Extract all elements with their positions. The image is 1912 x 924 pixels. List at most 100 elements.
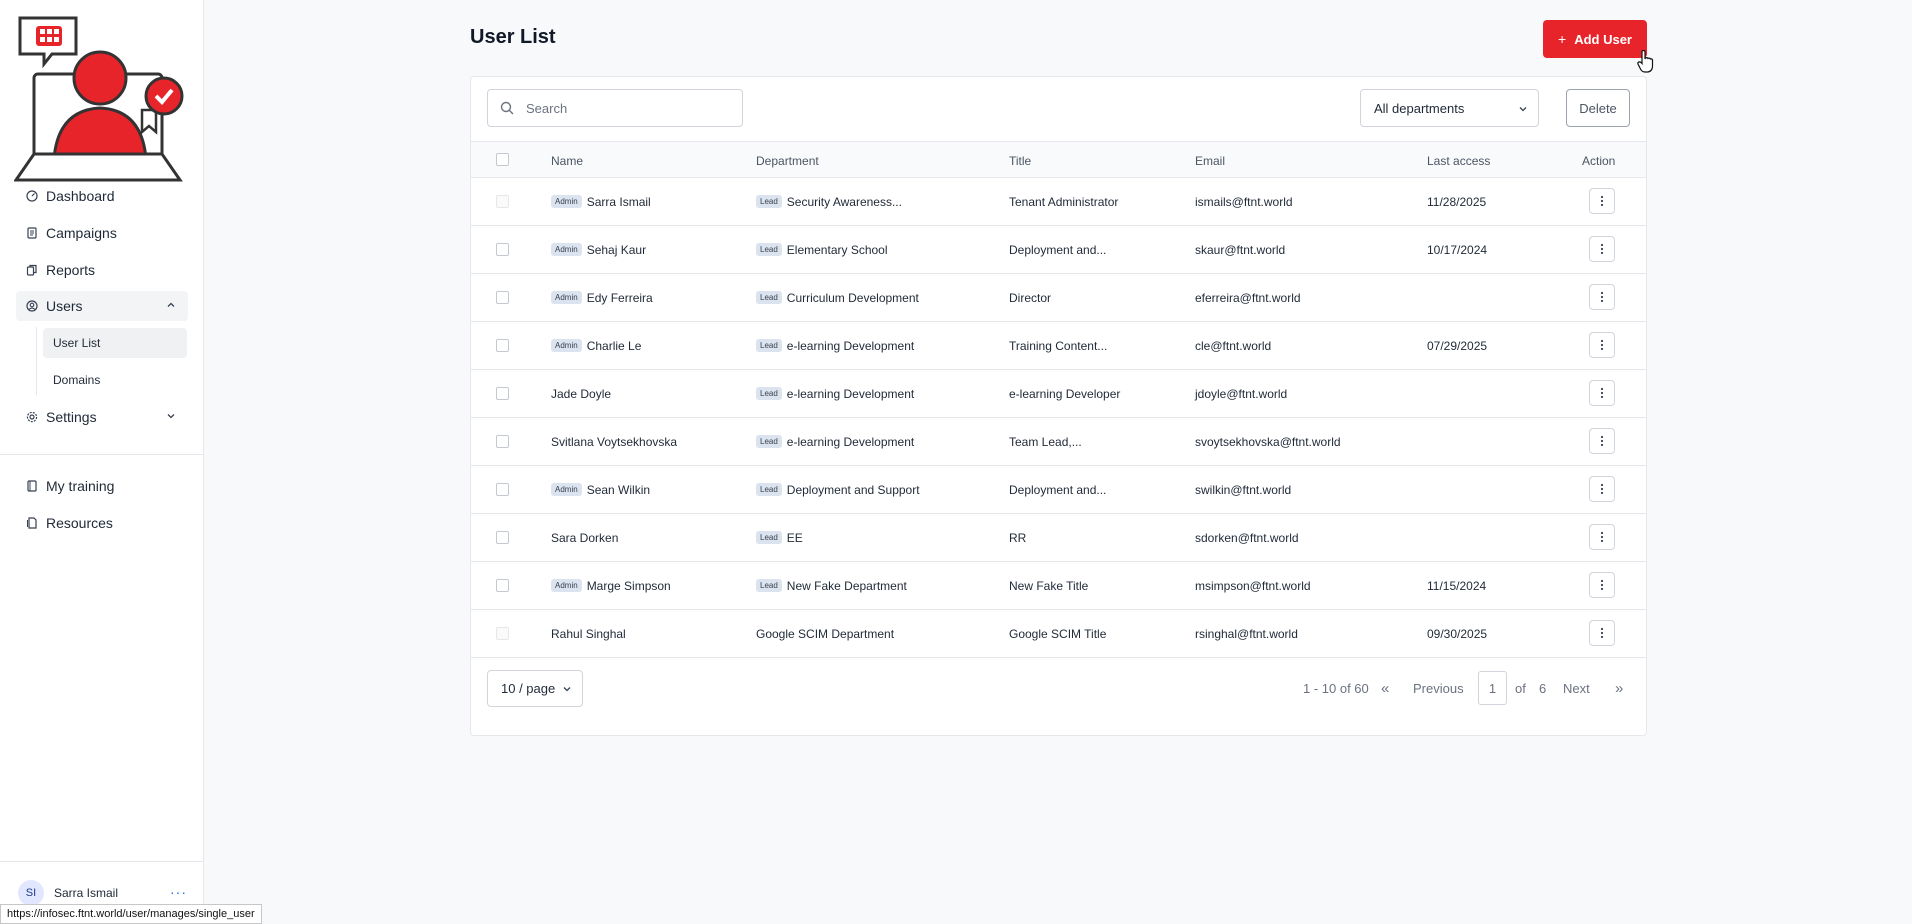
- table-row[interactable]: Admin Marge Simpson Lead New Fake Departmen…: [471, 562, 1646, 610]
- row-checkbox[interactable]: [496, 387, 509, 400]
- cell-email: ismails@ftnt.world: [1195, 194, 1293, 209]
- sidebar-item-label: Campaigns: [46, 225, 117, 241]
- row-checkbox[interactable]: [496, 435, 509, 448]
- last-page-icon[interactable]: »: [1615, 670, 1623, 707]
- sidebar-item-users[interactable]: Users: [16, 291, 188, 321]
- row-actions-button[interactable]: [1589, 620, 1615, 646]
- sidebar-item-resources[interactable]: Resources: [16, 508, 188, 538]
- row-actions-button[interactable]: [1589, 476, 1615, 502]
- user-name[interactable]: Marge Simpson: [587, 579, 671, 593]
- cell-email: cle@ftnt.world: [1195, 338, 1272, 353]
- submenu-line: [36, 327, 37, 395]
- user-name[interactable]: Sarra Ismail: [587, 195, 651, 209]
- row-actions-button[interactable]: [1589, 236, 1615, 262]
- sidebar-item-label: My training: [46, 478, 115, 494]
- user-name[interactable]: Charlie Le: [587, 339, 642, 353]
- cell-email: jdoyle@ftnt.world: [1195, 386, 1288, 401]
- column-header-name[interactable]: Name: [551, 154, 583, 168]
- cell-department: Lead e-learning Development: [756, 322, 914, 369]
- row-actions-button[interactable]: [1589, 332, 1615, 358]
- cell-last-access: 10/17/2024: [1427, 242, 1488, 257]
- total-pages: 6: [1539, 681, 1547, 696]
- search-icon: [500, 101, 514, 115]
- user-name[interactable]: Jade Doyle: [551, 387, 611, 401]
- search-field[interactable]: [487, 89, 743, 127]
- row-checkbox[interactable]: [496, 483, 509, 496]
- cell-title: New Fake Title: [1009, 578, 1089, 593]
- profile-name: Sarra Ismail: [54, 886, 119, 900]
- department-select-value: All departments: [1374, 100, 1465, 116]
- select-all-checkbox[interactable]: [496, 153, 509, 166]
- sidebar-item-my-training[interactable]: My training: [16, 471, 188, 501]
- cell-title: Director: [1009, 290, 1052, 305]
- cell-name: Jade Doyle: [551, 370, 611, 417]
- more-options-icon[interactable]: ···: [170, 884, 187, 900]
- table-row[interactable]: Rahul Singhal Google SCIM Department Googl…: [471, 610, 1646, 658]
- lead-badge: Lead: [756, 339, 782, 352]
- cell-name: Admin Sehaj Kaur: [551, 226, 646, 273]
- row-checkbox[interactable]: [496, 339, 509, 352]
- column-header-department[interactable]: Department: [756, 154, 819, 168]
- sidebar-item-campaigns[interactable]: Campaigns: [16, 218, 188, 248]
- previous-page-button[interactable]: Previous: [1413, 670, 1464, 707]
- lead-badge: Lead: [756, 195, 782, 208]
- column-header-last-access[interactable]: Last access: [1427, 154, 1490, 168]
- search-input[interactable]: [524, 99, 724, 117]
- sidebar-subitem-user-list[interactable]: User List: [43, 328, 187, 358]
- cell-title: Team Lead,...: [1009, 434, 1082, 449]
- page-number-input[interactable]: 1: [1478, 671, 1507, 705]
- delete-button[interactable]: Delete: [1566, 89, 1630, 127]
- per-page-select[interactable]: 10 / page: [487, 670, 583, 707]
- kebab-menu-icon: [1600, 387, 1604, 399]
- user-name[interactable]: Edy Ferreira: [587, 291, 653, 305]
- sidebar-item-dashboard[interactable]: Dashboard: [16, 181, 188, 211]
- user-name[interactable]: Sean Wilkin: [587, 483, 650, 497]
- sidebar: Dashboard Campaigns Reports Users User L…: [0, 0, 204, 924]
- cell-name: Admin Charlie Le: [551, 322, 641, 369]
- sidebar-subitem-domains[interactable]: Domains: [43, 365, 187, 395]
- user-name[interactable]: Sara Dorken: [551, 531, 618, 545]
- table-row[interactable]: Svitlana Voytsekhovska Lead e-learning Dev…: [471, 418, 1646, 466]
- row-actions-button[interactable]: [1589, 524, 1615, 550]
- security-awareness-logo[interactable]: [14, 14, 190, 184]
- row-checkbox[interactable]: [496, 531, 509, 544]
- cell-title: Tenant Administrator: [1009, 194, 1119, 209]
- row-actions-button[interactable]: [1589, 428, 1615, 454]
- department-name: Elementary School: [786, 242, 888, 257]
- user-name[interactable]: Rahul Singhal: [551, 627, 626, 641]
- row-actions-button[interactable]: [1589, 572, 1615, 598]
- row-actions-button[interactable]: [1589, 188, 1615, 214]
- table-row[interactable]: Admin Sarra Ismail Lead Security Awareness.…: [471, 178, 1646, 226]
- first-page-icon[interactable]: «: [1381, 670, 1389, 707]
- row-checkbox[interactable]: [496, 579, 509, 592]
- row-checkbox[interactable]: [496, 291, 509, 304]
- row-checkbox[interactable]: [496, 627, 509, 640]
- row-actions-button[interactable]: [1589, 380, 1615, 406]
- user-name[interactable]: Svitlana Voytsekhovska: [551, 435, 677, 449]
- user-name[interactable]: Sehaj Kaur: [587, 243, 646, 257]
- table-row[interactable]: Sara Dorken Lead EE RR sdorken@ftnt.world: [471, 514, 1646, 562]
- add-user-button[interactable]: + Add User: [1543, 20, 1647, 58]
- avatar[interactable]: SI: [18, 880, 44, 906]
- role-badge: Admin: [551, 195, 582, 208]
- table-row[interactable]: Admin Edy Ferreira Lead Curriculum Developm…: [471, 274, 1646, 322]
- row-checkbox[interactable]: [496, 195, 509, 208]
- department-name: e-learning Development: [786, 338, 915, 353]
- table-row[interactable]: Jade Doyle Lead e-learning Development e-le…: [471, 370, 1646, 418]
- sidebar-item-reports[interactable]: Reports: [16, 255, 188, 285]
- kebab-menu-icon: [1600, 339, 1604, 351]
- book-icon: [26, 480, 38, 492]
- column-header-email[interactable]: Email: [1195, 154, 1225, 168]
- table-row[interactable]: Admin Charlie Le Lead e-learning Developmen…: [471, 322, 1646, 370]
- gear-icon: [26, 411, 38, 423]
- table-row[interactable]: Admin Sean Wilkin Lead Deployment and Suppo…: [471, 466, 1646, 514]
- sidebar-item-settings[interactable]: Settings: [16, 402, 188, 432]
- row-checkbox[interactable]: [496, 243, 509, 256]
- department-select[interactable]: All departments: [1360, 89, 1539, 127]
- kebab-menu-icon: [1600, 291, 1604, 303]
- cell-email: svoytsekhovska@ftnt.world: [1195, 434, 1341, 449]
- row-actions-button[interactable]: [1589, 284, 1615, 310]
- table-row[interactable]: Admin Sehaj Kaur Lead Elementary School Depl…: [471, 226, 1646, 274]
- column-header-title[interactable]: Title: [1009, 154, 1031, 168]
- next-page-button[interactable]: Next: [1563, 670, 1590, 707]
